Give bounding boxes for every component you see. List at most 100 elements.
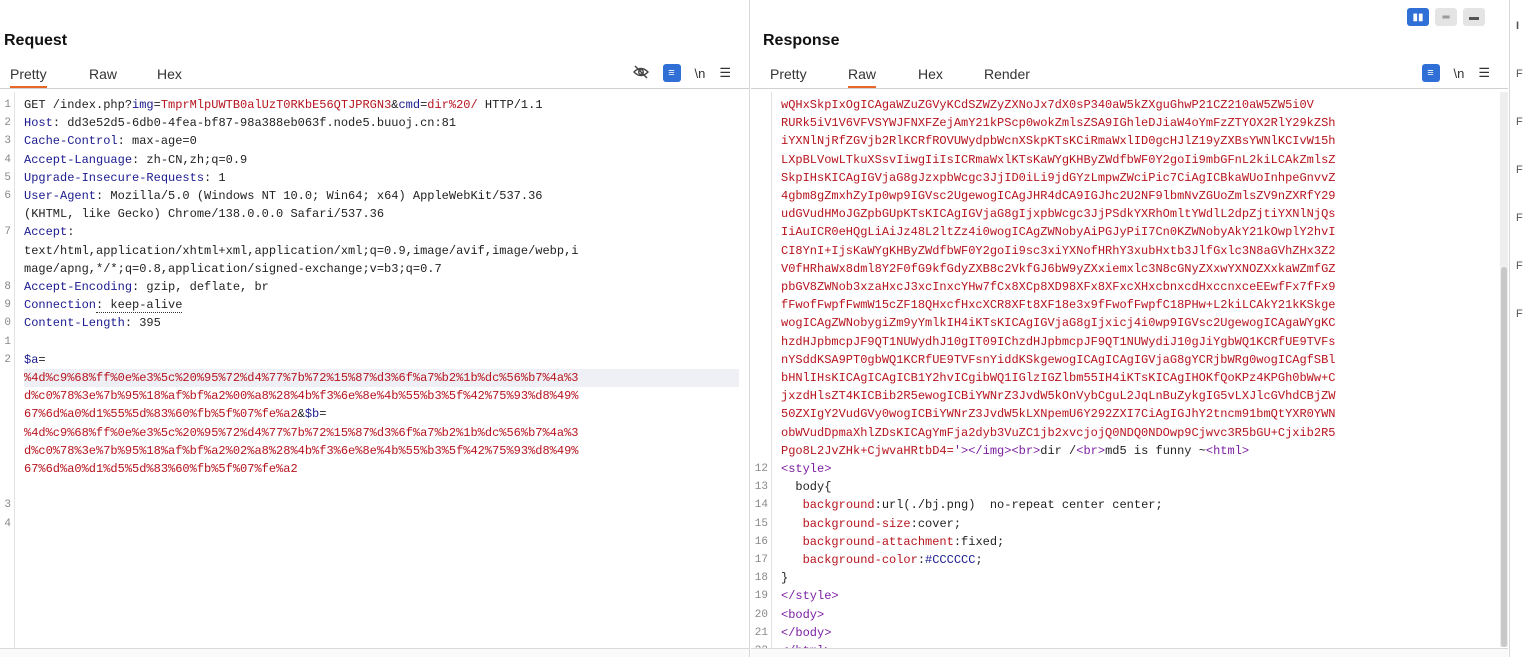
hide-eye-icon[interactable] xyxy=(632,65,649,82)
side-by-side-layout-icon[interactable]: ▮▮ xyxy=(1407,8,1429,26)
code-line: 50ZXIgY2VudGVy0wogICBiYWNrZ3JvdW5kLXNpem… xyxy=(781,405,1498,423)
line-gutter: 1213141516171819202122 xyxy=(751,92,772,649)
code-token: dir%20/ xyxy=(427,98,478,112)
line-number: 5 xyxy=(4,171,11,184)
code-token: md5 is funny ~ xyxy=(1105,443,1206,458)
code-line: 4gbm8gZmxhZyIp0wp9IGVsc2UgewogICAgJHR4dC… xyxy=(781,187,1498,205)
tab-pretty[interactable]: Pretty xyxy=(10,66,47,88)
response-editor[interactable]: 1213141516171819202122 wQHxSkpIxOgICAgaW… xyxy=(751,92,1508,649)
menu-icon[interactable]: ☰ xyxy=(719,65,731,81)
code-line: wogICAgZWNobygiZm9yYmlkIH4iKTsKICAgIGVja… xyxy=(781,314,1498,332)
code-token: Upgrade-Insecure-Requests xyxy=(24,170,205,185)
code-line: (KHTML, like Gecko) Chrome/138.0.0.0 Saf… xyxy=(24,205,739,223)
inspector-item[interactable]: F xyxy=(1516,164,1523,176)
tab-render[interactable]: Render xyxy=(984,66,1030,86)
code-line: Upgrade-Insecure-Requests: 1 xyxy=(24,169,739,187)
code-line: <body> xyxy=(781,606,1498,624)
code-token: : dd3e52d5-6db0-4fea-bf87-98a388eb063f.n… xyxy=(52,116,457,131)
code-token: : 395 xyxy=(124,316,161,331)
code-token: 67%6d%a0%d1%55%5d%83%60%fb%5f%07%fe%a2 xyxy=(24,407,298,422)
inspector-item[interactable]: I xyxy=(1516,20,1519,32)
line-number: 21 xyxy=(754,626,768,639)
code-token: Connection xyxy=(24,298,97,313)
line-number: 4 xyxy=(4,153,11,166)
tab-raw[interactable]: Raw xyxy=(89,66,117,86)
line-number: 3 xyxy=(4,135,11,148)
code-token: : max-age=0 xyxy=(117,134,197,149)
code-token: wogICAgZWNobygiZm9yYmlkIH4iKTsKICAgIGVja… xyxy=(781,316,1336,331)
code-token: $a xyxy=(24,352,39,367)
request-footer xyxy=(0,648,749,657)
code-line: GET /index.php?img=TmprMlpUWTB0alUzT0RKb… xyxy=(24,96,739,114)
code-line: <style> xyxy=(781,460,1498,478)
code-token: 4gbm8gZmxhZyIp0wp9IGVsc2UgewogICAgJHR4dC… xyxy=(781,189,1336,203)
tab-hex[interactable]: Hex xyxy=(157,66,182,86)
code-token: V0fHRhaWx8dml8Y2F0fG9kfGdyZXB8c2VkfGJ6bW… xyxy=(781,261,1336,276)
code-token: SkpIHsKICAgIGVjaG8gJzxpbWcgc3JjID0iLi9jd… xyxy=(781,170,1336,185)
inspector-item[interactable]: F xyxy=(1516,260,1523,272)
code-token: iYXNlNjRfZGVjb2RlKCRfROVUWydpbWcnXSkpKTs… xyxy=(781,134,1336,149)
code-token: = xyxy=(153,98,161,112)
code-token: obWVudDpmaXhlZDsKICAgYmFja2dyb3VuZC1jb2x… xyxy=(781,425,1336,440)
code-token: udGVudHMoJGZpbGUpKTsKICAgIGVjaG8gIjxpbWc… xyxy=(781,207,1336,222)
code-token: </body> xyxy=(781,625,832,640)
code-token: background-size xyxy=(802,516,911,531)
code-line: Pgo8L2JvZHk+CjwvaHRtbD4='></img><br>dir … xyxy=(781,442,1498,460)
code-line: Cache-Control: max-age=0 xyxy=(24,132,739,150)
code-token: :fixed; xyxy=(953,534,1005,549)
code-token: <html> xyxy=(1205,443,1250,458)
code-line: Connection: keep-alive xyxy=(24,296,739,314)
code-line: bHNlIHsKICAgICAgICB1Y2hvICgibWQ1IGlzIGZl… xyxy=(781,369,1498,387)
response-title: Response xyxy=(763,32,840,49)
inspector-item[interactable]: F xyxy=(1516,68,1523,80)
inspector-item[interactable]: F xyxy=(1516,116,1523,128)
code-line: iYXNlNjRfZGVjb2RlKCRfROVUWydpbWcnXSkpKTs… xyxy=(781,132,1498,150)
code-token: bHNlIHsKICAgICAgICB1Y2hvICgibWQ1IGlzIGZl… xyxy=(781,371,1336,385)
code-line: fFwofFwpfFwmW15cZF18QHxcfHxcXCR8XFt8XF18… xyxy=(781,296,1498,314)
code-line: LXpBLVowLTkuXSsvIiwgIiIsICRmaWxlKTsKaWYg… xyxy=(781,151,1498,169)
line-number: 20 xyxy=(754,608,768,621)
code-token: background xyxy=(802,498,875,513)
code-token: CI8YnI+IjsKaWYgKHByZWdfbWF0Y2goIi9sc3xiY… xyxy=(781,243,1336,258)
code-line: jxzdHlsZT4KICBib2R5ewogICBiYWNrZ3JvdW5kO… xyxy=(781,387,1498,405)
top-bottom-layout-icon[interactable]: ═ xyxy=(1435,8,1457,26)
code-line: RURk5iV1V6VFVSYWJFNXFZejAmY21kPScp0wokZm… xyxy=(781,114,1498,132)
tab-hex[interactable]: Hex xyxy=(918,66,943,86)
scroll-thumb[interactable] xyxy=(1501,267,1507,647)
code-token: mage/apng,*/*;q=0.8,application/signed-e… xyxy=(24,261,442,276)
code-token: <style> xyxy=(781,462,832,476)
code-token: d%c0%78%3e%7b%95%18%af%bf%a2%00%a8%28%4b… xyxy=(24,389,579,404)
menu-icon[interactable]: ☰ xyxy=(1478,65,1490,81)
wrap-lines-icon[interactable]: ≡ xyxy=(662,64,681,82)
inspector-item[interactable]: F xyxy=(1516,212,1523,224)
tab-pretty[interactable]: Pretty xyxy=(770,66,807,86)
line-number: 12 xyxy=(754,463,768,475)
code-token: Accept-Encoding xyxy=(24,280,133,294)
code-token: hzdHJpbmcpJF9QT1NUWydhJ10gIT09IChzdHJpbm… xyxy=(781,334,1336,349)
code-token: Accept xyxy=(24,225,68,240)
code-token: ; xyxy=(975,553,983,567)
response-scrollbar[interactable] xyxy=(1500,92,1508,647)
code-token: : zh-CN,zh;q=0.9 xyxy=(132,152,248,167)
code-line: $a= xyxy=(24,351,739,369)
newline-toggle[interactable]: \n xyxy=(695,66,706,81)
request-editor[interactable]: 12345678901234 GET /index.php?img=TmprMl… xyxy=(0,92,749,649)
code-token: jxzdHlsZT4KICBib2R5ewogICBiYWNrZ3JvdW5kO… xyxy=(781,389,1336,404)
tab-raw[interactable]: Raw xyxy=(848,66,877,88)
code-line: V0fHRhaWx8dml8Y2F0fG9kfGdyZXB8c2VkfGJ6bW… xyxy=(781,260,1498,278)
code-token: LXpBLVowLTkuXSsvIiwgIiIsICRmaWxlKTsKaWYg… xyxy=(781,152,1336,167)
code-line: User-Agent: Mozilla/5.0 (Windows NT 10.0… xyxy=(24,187,739,205)
inspector-item[interactable]: F xyxy=(1516,308,1523,320)
code-line: 67%6d%a0%d1%55%5d%83%60%fb%5f%07%fe%a2&$… xyxy=(24,405,739,423)
code-token: TmprMlpUWTB0alUzT0RKbE56QTJPRGN3 xyxy=(160,98,392,112)
newline-toggle[interactable]: \n xyxy=(1454,66,1465,81)
code-token: fFwofFwpfFwmW15cZF18QHxcfHxcXCR8XFt8XF18… xyxy=(781,298,1336,313)
single-pane-layout-icon[interactable]: ▬ xyxy=(1463,8,1485,26)
wrap-lines-icon[interactable]: ≡ xyxy=(1421,64,1440,82)
line-number: 15 xyxy=(754,517,768,530)
code-token: User-Agent xyxy=(24,189,97,203)
